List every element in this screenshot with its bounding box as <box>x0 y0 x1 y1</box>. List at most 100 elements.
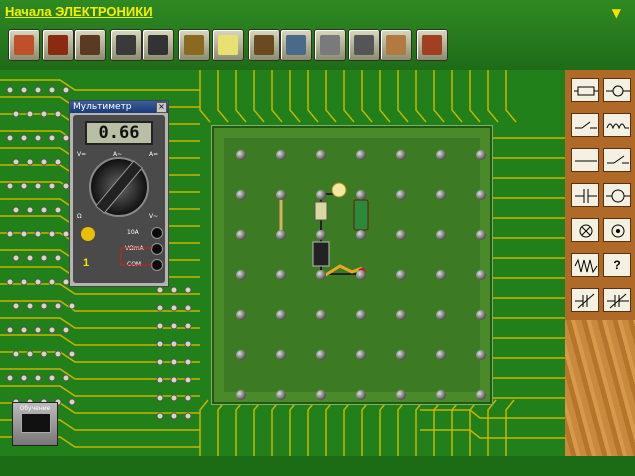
breadboard-hole[interactable] <box>276 150 286 160</box>
breadboard-hole[interactable] <box>316 350 326 360</box>
breadboard-hole[interactable] <box>356 230 366 240</box>
breadboard-hole[interactable] <box>316 190 326 200</box>
breadboard-hole[interactable] <box>316 310 326 320</box>
breadboard-hole[interactable] <box>316 270 326 280</box>
multimeter-body: 0.66 V= A= Ω V~ A~ 10A VΩmA COM 1 <box>73 115 165 283</box>
switch-key-icon <box>575 121 597 129</box>
resistor-component[interactable] <box>314 201 328 221</box>
switch-key-palette-button[interactable] <box>571 113 599 137</box>
component-palette: ? <box>565 70 635 320</box>
breadboard-hole[interactable] <box>436 150 446 160</box>
lamp-icon <box>606 85 630 97</box>
breadboard-hole[interactable] <box>236 270 246 280</box>
breadboard-hole[interactable] <box>476 230 486 240</box>
breadboard-hole[interactable] <box>396 390 406 400</box>
wire-palette-button[interactable] <box>571 148 599 172</box>
breadboard-hole[interactable] <box>436 190 446 200</box>
breadboard-hole[interactable] <box>316 390 326 400</box>
lamp-cross-icon <box>579 224 593 238</box>
flasks-button[interactable] <box>280 29 312 61</box>
books-icon <box>254 35 274 55</box>
oscilloscope-button[interactable] <box>142 29 174 61</box>
variable-capacitor-icon <box>607 293 629 309</box>
breadboard-hole[interactable] <box>436 390 446 400</box>
lamp-palette-button[interactable] <box>603 78 631 102</box>
breadboard-hole[interactable] <box>436 350 446 360</box>
breadboard[interactable] <box>212 126 492 404</box>
breadboard-hole[interactable] <box>316 230 326 240</box>
breadboard-hole[interactable] <box>276 270 286 280</box>
door-exit-button[interactable] <box>416 29 448 61</box>
notes-button[interactable] <box>212 29 244 61</box>
exit-lesson-button[interactable]: Обучение <box>12 402 58 446</box>
breadboard-hole[interactable] <box>236 350 246 360</box>
capacitor-icon <box>575 189 597 203</box>
breadboard-hole[interactable] <box>276 190 286 200</box>
magnifier-tool-button[interactable] <box>8 29 40 61</box>
variable-capacitor-palette-button[interactable] <box>603 288 631 312</box>
close-button[interactable]: × <box>156 102 167 113</box>
inductor-component[interactable] <box>312 241 330 267</box>
delete-tool-button[interactable] <box>42 29 74 61</box>
breadboard-hole[interactable] <box>396 350 406 360</box>
delete-tool-icon <box>48 35 68 55</box>
menu-dropdown-icon[interactable]: ▼ <box>612 6 621 20</box>
breadboard-hole[interactable] <box>236 190 246 200</box>
multimeter-title[interactable]: Мультиметр <box>70 101 168 113</box>
ac-source-icon <box>574 258 598 274</box>
voltmeter-round-palette-button[interactable] <box>603 218 631 242</box>
battery-component[interactable] <box>353 199 369 231</box>
breadboard-hole[interactable] <box>356 150 366 160</box>
breadboard-hole[interactable] <box>396 190 406 200</box>
switch-palette-button[interactable] <box>603 148 631 172</box>
breadboard-hole[interactable] <box>356 190 366 200</box>
voltmeter-button[interactable] <box>110 29 142 61</box>
breadboard-hole[interactable] <box>356 270 366 280</box>
breadboard-hole[interactable] <box>396 310 406 320</box>
breadboard-hole[interactable] <box>476 190 486 200</box>
books-button[interactable] <box>248 29 280 61</box>
breadboard-hole[interactable] <box>436 310 446 320</box>
flasks-icon <box>286 35 306 55</box>
breadboard-hole[interactable] <box>236 230 246 240</box>
probe-tool-button[interactable] <box>178 29 210 61</box>
app-title[interactable]: Начала ЭЛЕКТРОНИКИ <box>5 4 153 19</box>
variable-resistor-palette-button[interactable] <box>571 288 599 312</box>
breadboard-hole[interactable] <box>476 150 486 160</box>
breadboard-hole[interactable] <box>436 270 446 280</box>
multimeter-window[interactable]: Мультиметр × 0.66 V= A= Ω V~ A~ 10A VΩmA… <box>69 100 169 287</box>
breadboard-hole[interactable] <box>476 310 486 320</box>
breadboard-hole[interactable] <box>476 350 486 360</box>
ac-source-palette-button[interactable] <box>571 253 599 277</box>
breadboard-hole[interactable] <box>276 390 286 400</box>
breadboard-hole[interactable] <box>316 150 326 160</box>
wire-icon <box>575 160 597 162</box>
component-box-button[interactable] <box>314 29 346 61</box>
calculator-button[interactable] <box>348 29 380 61</box>
breadboard-hole[interactable] <box>476 390 486 400</box>
breadboard-hole[interactable] <box>436 230 446 240</box>
breadboard-hole[interactable] <box>356 390 366 400</box>
breadboard-hole[interactable] <box>476 270 486 280</box>
ammeter-palette-button[interactable] <box>603 183 631 207</box>
inductor-coil-palette-button[interactable] <box>603 113 631 137</box>
breadboard-hole[interactable] <box>236 390 246 400</box>
breadboard-hole[interactable] <box>396 270 406 280</box>
breadboard-hole[interactable] <box>276 310 286 320</box>
voltmeter-round-icon <box>611 224 625 238</box>
lamp-component[interactable] <box>331 182 347 198</box>
breadboard-hole[interactable] <box>236 310 246 320</box>
breadboard-hole[interactable] <box>356 350 366 360</box>
breadboard-hole[interactable] <box>356 310 366 320</box>
cut-tool-button[interactable] <box>74 29 106 61</box>
breadboard-hole[interactable] <box>276 230 286 240</box>
breadboard-hole[interactable] <box>396 150 406 160</box>
breadboard-hole[interactable] <box>276 350 286 360</box>
help-question-palette-button[interactable]: ? <box>603 253 631 277</box>
resistor-palette-button[interactable] <box>571 78 599 102</box>
breadboard-hole[interactable] <box>236 150 246 160</box>
capacitor-palette-button[interactable] <box>571 183 599 207</box>
lamp-cross-palette-button[interactable] <box>571 218 599 242</box>
teacher-button[interactable] <box>380 29 412 61</box>
breadboard-hole[interactable] <box>396 230 406 240</box>
